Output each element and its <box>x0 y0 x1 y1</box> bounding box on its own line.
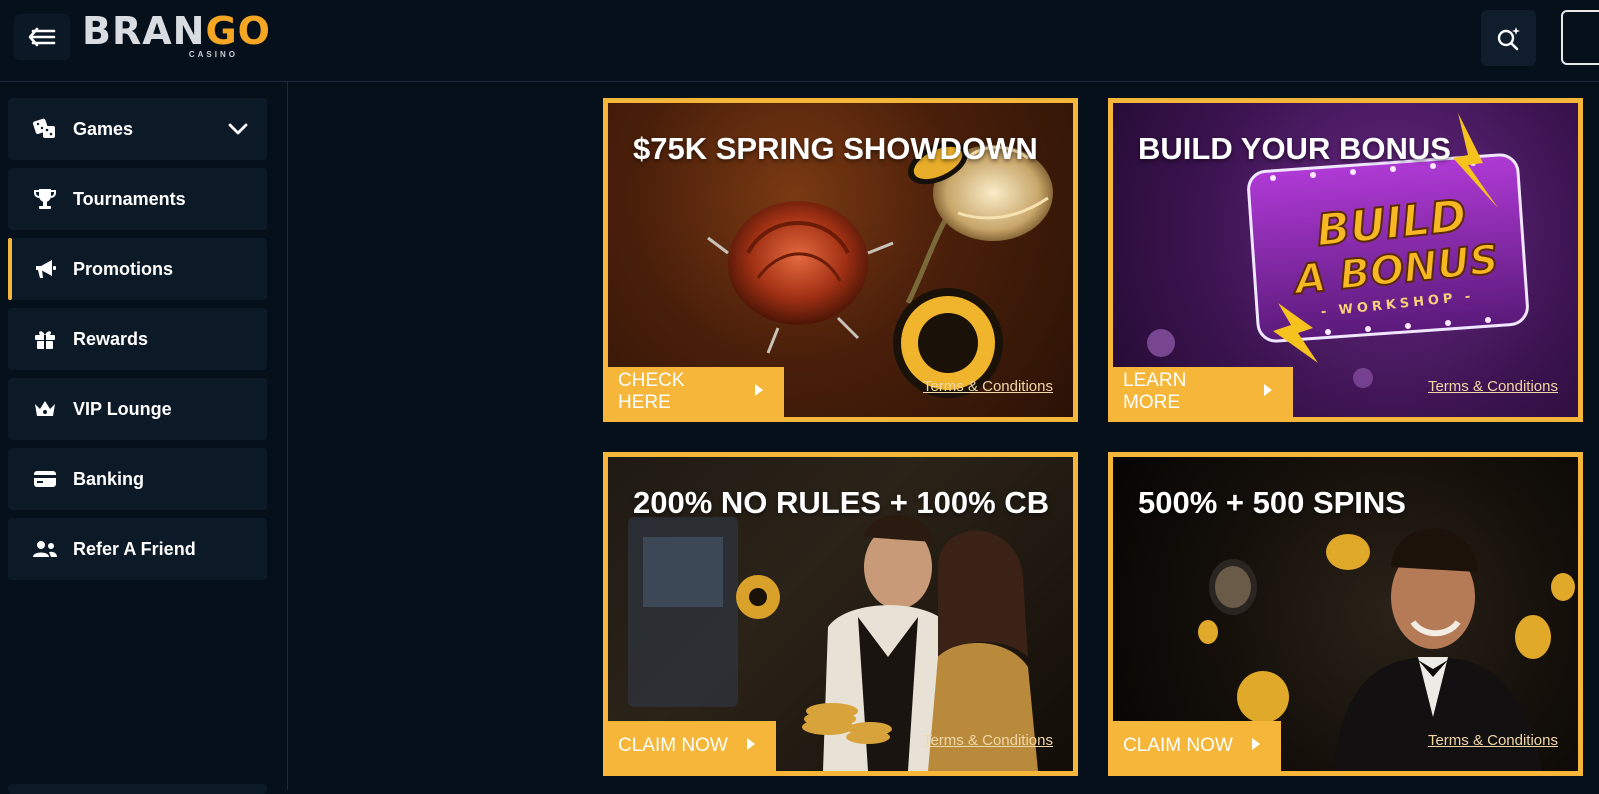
sidebar-item-label: Rewards <box>73 329 149 349</box>
cta-label: CLAIM NOW <box>618 735 728 756</box>
sidebar-item-refer-a-friend[interactable]: Refer A Friend <box>8 518 267 580</box>
sidebar-item-games[interactable]: Games <box>8 98 267 160</box>
promo-card-no-rules[interactable]: 200% NO RULES + 100% CB CLAIM NOW Terms … <box>603 452 1078 776</box>
menu-collapse-icon <box>28 27 56 47</box>
check-here-button[interactable]: CHECK HERE <box>608 367 784 417</box>
sidebar-item-promotions[interactable]: Promotions <box>8 238 267 300</box>
sidebar-item-label: Promotions <box>73 259 174 279</box>
sidebar-item-tournaments[interactable]: Tournaments <box>8 168 267 230</box>
collapse-menu-button[interactable] <box>14 14 70 60</box>
caret-right-icon <box>746 735 756 757</box>
logo-text-part-1: BRAN <box>82 9 206 53</box>
megaphone-icon <box>32 257 58 281</box>
promo-title: 500% + 500 SPINS <box>1138 485 1406 520</box>
terms-link[interactable]: Terms & Conditions <box>923 732 1053 749</box>
promo-card-500-spins[interactable]: 500% + 500 SPINS CLAIM NOW Terms & Condi… <box>1108 452 1583 776</box>
sidebar-nav: Games Tournaments Promotions Rewards VIP… <box>0 82 288 794</box>
sidebar-item-label: VIP Lounge <box>73 399 172 419</box>
logo-subtitle: CASINO <box>188 50 238 59</box>
promo-card-build-your-bonus[interactable]: BUILD A BONUS - WORKSHOP - BUILD YOUR BO… <box>1108 98 1583 422</box>
claim-now-button[interactable]: CLAIM NOW <box>608 721 776 771</box>
promo-card-spring-showdown[interactable]: $75K SPRING SHOWDOWN CHECK HERE Terms & … <box>603 98 1078 422</box>
caret-right-icon <box>754 381 764 403</box>
sidebar-next-item[interactable] <box>8 784 267 794</box>
terms-link[interactable]: Terms & Conditions <box>1428 732 1558 749</box>
search-sparkle-icon <box>1497 27 1520 51</box>
terms-link[interactable]: Terms & Conditions <box>1428 378 1558 395</box>
crown-icon <box>32 397 58 421</box>
claim-now-button[interactable]: CLAIM NOW <box>1113 721 1281 771</box>
cta-label: LEARN MORE <box>1123 370 1187 413</box>
logo-text-part-2: GO <box>205 9 271 53</box>
learn-more-button[interactable]: LEARN MORE <box>1113 367 1293 417</box>
sidebar-item-banking[interactable]: Banking <box>8 448 267 510</box>
sidebar-item-label: Refer A Friend <box>73 539 196 559</box>
gift-icon <box>32 327 58 351</box>
terms-link[interactable]: Terms & Conditions <box>923 378 1053 395</box>
promo-title: 200% NO RULES + 100% CB <box>633 485 1050 520</box>
promo-title: BUILD YOUR BONUS <box>1138 131 1451 166</box>
card-icon <box>32 467 58 491</box>
cta-label: CHECK HERE <box>618 370 685 413</box>
sidebar-item-label: Banking <box>73 469 145 489</box>
search-button[interactable] <box>1481 10 1536 66</box>
caret-right-icon <box>1263 381 1273 403</box>
cta-label: CLAIM NOW <box>1123 735 1233 756</box>
account-button[interactable] <box>1561 10 1599 65</box>
logo-wordmark: BRANGO <box>82 10 271 52</box>
dice-icon <box>32 117 58 141</box>
promo-title: $75K SPRING SHOWDOWN <box>633 131 1038 166</box>
chevron-down-icon[interactable] <box>227 118 249 140</box>
sidebar-item-label: Games <box>73 119 134 139</box>
sidebar-item-label: Tournaments <box>73 189 186 209</box>
top-header: BRANGO CASINO <box>0 0 1599 82</box>
brango-logo[interactable]: BRANGO CASINO <box>82 10 270 62</box>
sidebar-item-vip-lounge[interactable]: VIP Lounge <box>8 378 267 440</box>
users-icon <box>32 537 58 561</box>
trophy-icon <box>32 187 58 211</box>
caret-right-icon <box>1251 735 1261 757</box>
sidebar-item-rewards[interactable]: Rewards <box>8 308 267 370</box>
